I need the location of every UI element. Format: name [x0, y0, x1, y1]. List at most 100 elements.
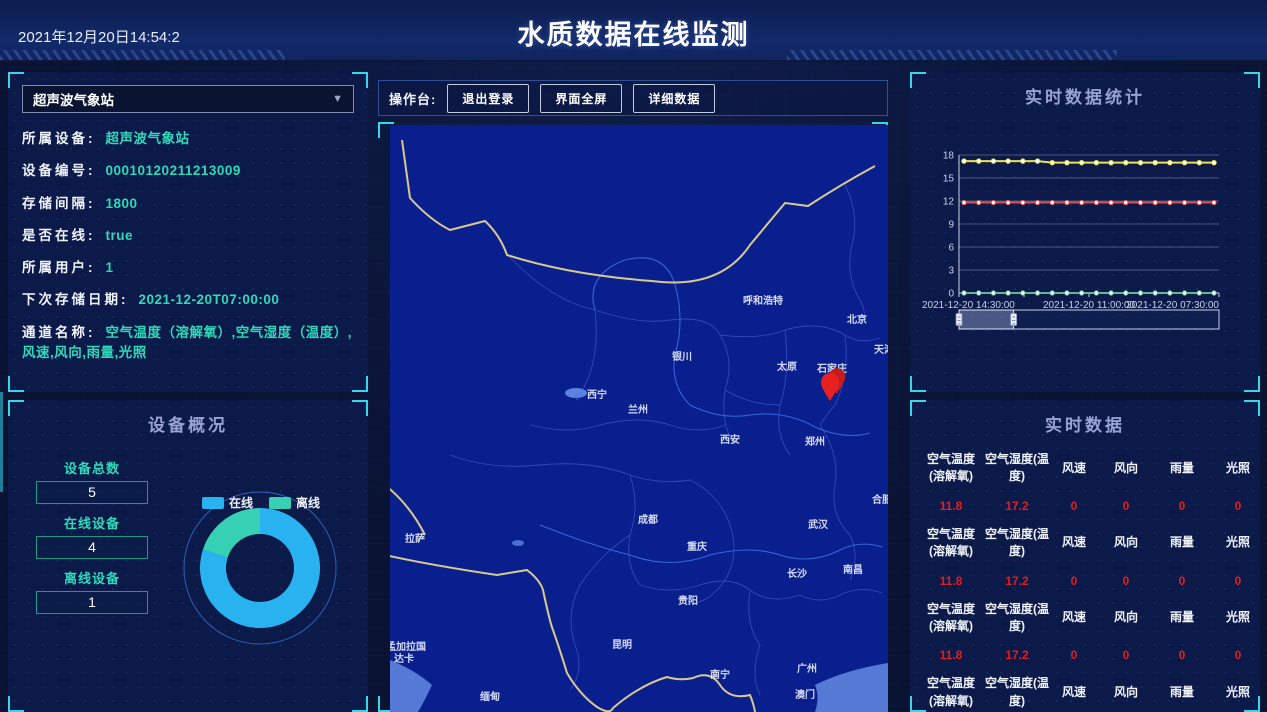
device-field-row: 下次存储日期:2021-12-20T07:00:00	[22, 290, 356, 310]
device-field-label: 设备编号:	[22, 163, 96, 178]
series-point	[1035, 200, 1039, 204]
realtime-table-header: 空气温度(溶解氧)空气湿度(温度)风速风向雨量光照	[920, 675, 1250, 710]
series-point	[1035, 159, 1039, 163]
device-stat: 离线设备1	[36, 568, 148, 614]
realtime-panel-title: 实时数据	[910, 400, 1260, 436]
device-field-row: 所属用户:1	[22, 258, 356, 278]
cell-value: 0	[1123, 648, 1130, 662]
device-stat: 在线设备 4	[36, 513, 148, 559]
header-stripes-left	[0, 50, 285, 60]
operation-toolbar: 操作台: 退出登录界面全屏详细数据	[378, 80, 888, 116]
map-city-label-澳门: 澳门	[795, 688, 815, 701]
realtime-table: 空气温度(溶解氧)空气湿度(温度)风速风向雨量光照 11.8 17.2 0 0 0 0 空气温…	[910, 436, 1260, 710]
device-stat-value: 1	[36, 591, 148, 614]
series-line-yellow	[964, 161, 1214, 163]
china-map[interactable]: 呼和浩特北京天津银川太原石家庄西宁兰州西安郑州合肥成都拉萨武汉重庆长沙南昌贵阳昆…	[390, 125, 888, 712]
map-city-label-银川: 银川	[672, 350, 692, 363]
device-select-value: 超声波气象站	[33, 89, 114, 109]
map-city-label-南宁: 南宁	[710, 668, 730, 681]
cell-value: 0	[1071, 648, 1078, 662]
cell-value: 0	[1179, 648, 1186, 662]
y-tick-label: 12	[943, 197, 955, 208]
series-point	[1138, 200, 1142, 204]
datazoom-selection[interactable]	[959, 310, 1014, 329]
series-point	[1212, 291, 1216, 295]
x-tick-label: 2021-12-20 14:30:00	[922, 300, 1015, 311]
cell-value: 17.2	[1005, 499, 1028, 513]
series-point	[1182, 160, 1186, 164]
series-point	[962, 200, 966, 204]
device-stats: 设备总数5 在线设备 4 离线设备1	[8, 458, 148, 623]
cell-value: 17.2	[1005, 648, 1028, 662]
device-stat-label: 在线设备	[36, 513, 148, 532]
header-bar: 2021年12月20日14:54:2 水质数据在线监测	[0, 0, 1267, 62]
series-point	[1109, 160, 1113, 164]
map-city-label-缅甸: 缅甸	[480, 690, 500, 703]
toolbar-label: 操作台:	[389, 89, 436, 108]
device-field-row: 通道名称:空气温度（溶解氧）,空气湿度（温度）,风速,风向,雨量,光照	[22, 323, 356, 364]
cell-value: 0	[1179, 574, 1186, 588]
column-header: 风速	[1062, 609, 1086, 626]
series-point	[1021, 291, 1025, 295]
x-tick-label: 2021-12-20 11:00:00	[1043, 300, 1136, 311]
device-field-value: 00010120211213009	[106, 163, 241, 178]
legend-item-在线[interactable]: 在线	[202, 494, 253, 511]
map-city-label-孟加拉国: 孟加拉国	[390, 640, 426, 653]
toolbar-button-界面全屏[interactable]: 界面全屏	[540, 84, 622, 113]
header-stripes-right	[787, 50, 1117, 60]
series-point	[1021, 200, 1025, 204]
series-point	[1079, 200, 1083, 204]
cell-value: 0	[1235, 648, 1242, 662]
realtime-table-row: 11.817.20000	[920, 648, 1250, 662]
series-point	[1124, 200, 1128, 204]
column-header: 空气湿度(温度)	[984, 675, 1050, 710]
donut-slice-离线[interactable]	[203, 508, 260, 557]
column-header: 风速	[1062, 460, 1086, 477]
y-tick-label: 18	[943, 151, 955, 162]
series-point	[1182, 291, 1186, 295]
series-point	[1094, 291, 1098, 295]
series-point	[1168, 160, 1172, 164]
legend-swatch	[202, 497, 224, 509]
series-point	[1168, 291, 1172, 295]
column-header: 雨量	[1170, 534, 1194, 551]
series-point	[1006, 200, 1010, 204]
device-field-row: 是否在线:true	[22, 226, 356, 246]
column-header: 光照	[1226, 460, 1250, 477]
column-header: 风速	[1062, 534, 1086, 551]
series-point	[1079, 291, 1083, 295]
series-point	[1168, 200, 1172, 204]
device-select[interactable]: 超声波气象站 ▼	[22, 85, 354, 113]
series-point	[977, 159, 981, 163]
map-city-label-拉萨: 拉萨	[405, 532, 425, 545]
device-fields: 所属设备:超声波气象站设备编号:00010120211213009存储间隔:18…	[8, 129, 368, 363]
legend-item-离线[interactable]: 离线	[269, 494, 320, 511]
x-tick-label: 2021-12-20 07:30:00	[1126, 300, 1219, 311]
column-header: 空气湿度(温度)	[984, 601, 1050, 636]
device-stat-label: 设备总数	[36, 458, 148, 477]
dashboard: 2021年12月20日14:54:2 水质数据在线监测 超声波气象站 ▼ 所属设…	[0, 0, 1267, 712]
column-header: 空气湿度(温度)	[984, 451, 1050, 486]
y-tick-label: 6	[948, 243, 954, 254]
device-field-row: 设备编号: 00010120211213009	[22, 161, 356, 181]
legend-swatch	[269, 497, 291, 509]
series-point	[1094, 160, 1098, 164]
series-point	[1065, 160, 1069, 164]
device-field-label: 是否在线:	[22, 228, 96, 243]
device-stat-value: 4	[36, 536, 148, 559]
cell-value: 11.8	[940, 499, 963, 513]
realtime-table-header: 空气温度(溶解氧)空气湿度(温度)风速风向雨量光照	[920, 451, 1250, 486]
map-panel: 呼和浩特北京天津银川太原石家庄西宁兰州西安郑州合肥成都拉萨武汉重庆长沙南昌贵阳昆…	[378, 122, 888, 712]
chevron-down-icon: ▼	[332, 93, 343, 105]
column-header: 空气温度(溶解氧)	[920, 451, 982, 486]
column-header: 光照	[1226, 609, 1250, 626]
toolbar-button-退出登录[interactable]: 退出登录	[447, 84, 529, 113]
toolbar-button-详细数据[interactable]: 详细数据	[633, 84, 715, 113]
map-city-label-昆明: 昆明	[612, 639, 632, 651]
map-city-label-北京: 北京	[847, 313, 867, 326]
device-stat: 设备总数5	[36, 458, 148, 504]
stats-panel-title: 实时数据统计	[910, 72, 1260, 108]
device-info-panel: 超声波气象站 ▼ 所属设备:超声波气象站设备编号:000101202112130…	[8, 72, 368, 392]
cell-value: 0	[1123, 499, 1130, 513]
series-point	[1197, 291, 1201, 295]
